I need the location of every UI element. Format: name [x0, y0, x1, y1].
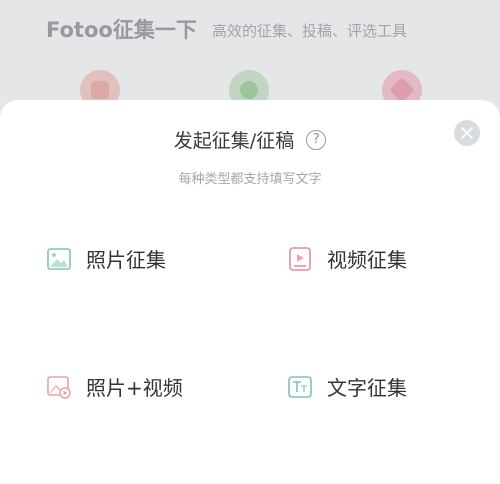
create-collection-sheet: 发起征集/征稿 ? 每种类型都支持填写文字 照片征集 视频征集 照片+视频 文字… — [0, 100, 500, 484]
sheet-subtitle: 每种类型都支持填写文字 — [178, 172, 322, 187]
sheet-header: 发起征集/征稿 ? — [0, 126, 500, 153]
text-collection-option[interactable]: 文字征集 — [287, 372, 407, 401]
close-icon — [461, 127, 473, 139]
sheet-title: 发起征集/征稿 — [173, 130, 295, 152]
photo-collection-label: 照片征集 — [86, 248, 166, 272]
photo-video-icon — [46, 374, 72, 400]
photo-video-collection-option[interactable]: 照片+视频 — [46, 372, 183, 401]
image-icon — [46, 246, 72, 272]
text-collection-label: 文字征集 — [327, 376, 407, 400]
video-collection-label: 视频征集 — [327, 248, 407, 272]
text-icon — [287, 374, 313, 400]
video-collection-option[interactable]: 视频征集 — [287, 244, 407, 273]
help-icon[interactable]: ? — [306, 129, 327, 150]
close-button[interactable] — [454, 120, 480, 146]
video-icon — [287, 246, 313, 272]
photo-collection-option[interactable]: 照片征集 — [46, 244, 166, 273]
photo-video-collection-label: 照片+视频 — [86, 376, 183, 400]
